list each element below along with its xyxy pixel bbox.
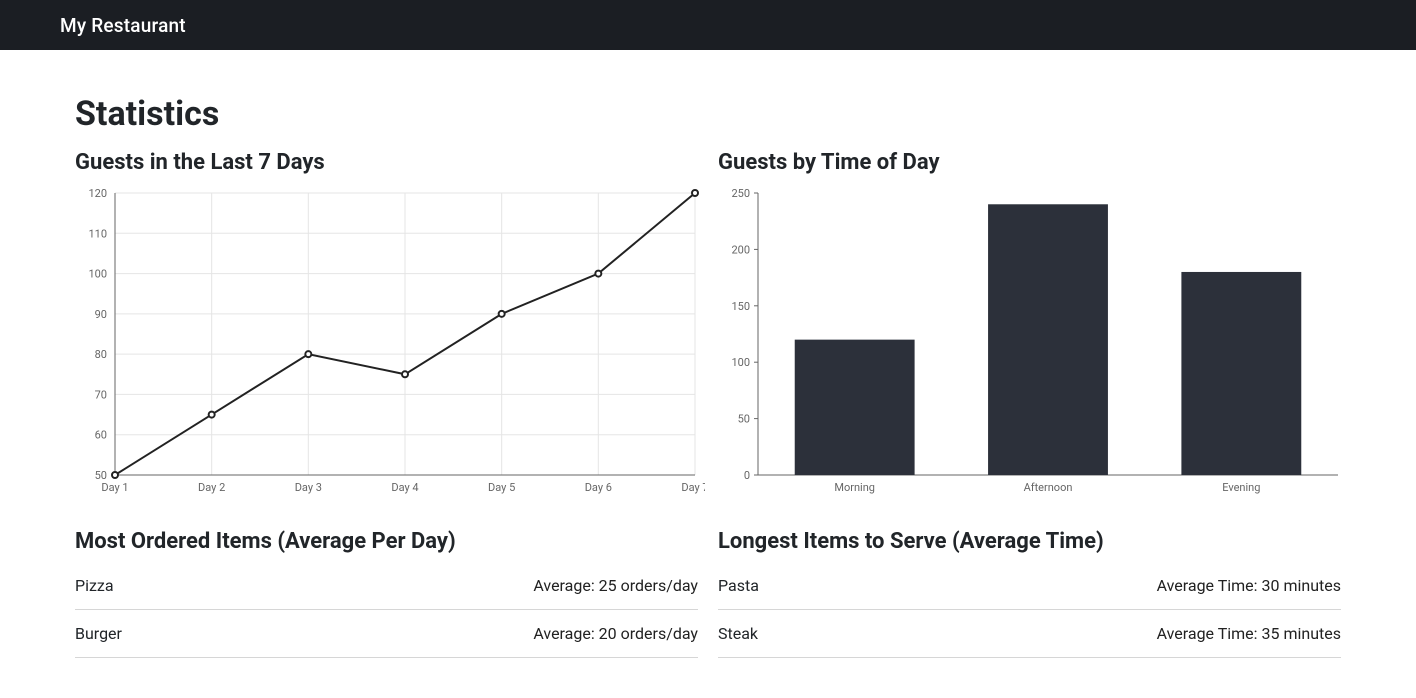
- svg-text:Day 5: Day 5: [488, 481, 515, 494]
- guests7-svg: 5060708090100110120Day 1Day 2Day 3Day 4D…: [75, 183, 705, 503]
- guests-tod-col: Guests by Time of Day 0 50 100 150 200 250 Mor…: [718, 140, 1341, 503]
- most-ordered-title: Most Ordered Items (Average Per Day): [75, 529, 698, 554]
- svg-text:Afternoon: Afternoon: [1024, 481, 1073, 494]
- item-metric: Average: 25 orders/day: [533, 576, 698, 595]
- lists-row: Most Ordered Items (Average Per Day) Piz…: [75, 519, 1341, 658]
- svg-text:Morning: Morning: [834, 481, 875, 494]
- charts-row: Guests in the Last 7 Days 50 60 70 80 90 100 1…: [75, 140, 1341, 503]
- list-item: Steak Average Time: 35 minutes: [718, 610, 1341, 658]
- svg-text:Day 7: Day 7: [681, 481, 705, 494]
- guests-tod-svg: 0 50 100 150 200 250 Morning Afternoon Evening: [718, 183, 1348, 503]
- svg-text:Day 3: Day 3: [295, 481, 322, 494]
- guests7-title: Guests in the Last 7 Days: [75, 150, 698, 175]
- svg-text:250: 250: [731, 187, 750, 200]
- svg-text:200: 200: [731, 243, 750, 256]
- svg-text:Day 6: Day 6: [585, 481, 612, 494]
- item-name: Pizza: [75, 576, 114, 595]
- svg-text:110: 110: [88, 227, 107, 240]
- main-container: Statistics Guests in the Last 7 Days 50 6…: [63, 50, 1353, 698]
- list-item: Pasta Average Time: 30 minutes: [718, 562, 1341, 610]
- navbar: My Restaurant: [0, 0, 1416, 50]
- guests7-chart: 5060708090100110120Day 1Day 2Day 3Day 4D…: [75, 183, 698, 503]
- svg-text:Day 2: Day 2: [198, 481, 225, 494]
- item-name: Burger: [75, 624, 122, 643]
- svg-text:100: 100: [731, 356, 750, 369]
- guests-tod-title: Guests by Time of Day: [718, 150, 1341, 175]
- svg-text:Evening: Evening: [1222, 481, 1260, 494]
- longest-col: Longest Items to Serve (Average Time) Pa…: [718, 519, 1341, 658]
- svg-text:0: 0: [744, 469, 750, 482]
- item-metric: Average Time: 35 minutes: [1157, 624, 1341, 643]
- brand-title[interactable]: My Restaurant: [60, 14, 186, 37]
- page-title: Statistics: [75, 94, 1341, 134]
- svg-text:60: 60: [95, 429, 107, 442]
- svg-text:70: 70: [95, 388, 107, 401]
- item-metric: Average: 20 orders/day: [533, 624, 698, 643]
- guests7-col: Guests in the Last 7 Days 50607080901001…: [75, 140, 698, 503]
- svg-text:150: 150: [731, 300, 750, 313]
- guests-tod-chart: 0 50 100 150 200 250 Morning Afternoon Evening: [718, 183, 1341, 503]
- svg-text:50: 50: [738, 413, 750, 426]
- svg-text:80: 80: [95, 348, 107, 361]
- svg-text:120: 120: [88, 187, 107, 200]
- item-metric: Average Time: 30 minutes: [1157, 576, 1341, 595]
- most-ordered-col: Most Ordered Items (Average Per Day) Piz…: [75, 519, 698, 658]
- item-name: Pasta: [718, 576, 759, 595]
- svg-text:Day 1: Day 1: [101, 481, 128, 494]
- list-item: Pizza Average: 25 orders/day: [75, 562, 698, 610]
- item-name: Steak: [718, 624, 758, 643]
- longest-title: Longest Items to Serve (Average Time): [718, 529, 1341, 554]
- svg-text:100: 100: [88, 268, 107, 281]
- svg-text:Day 4: Day 4: [391, 481, 418, 494]
- svg-text:90: 90: [95, 308, 107, 321]
- list-item: Burger Average: 20 orders/day: [75, 610, 698, 658]
